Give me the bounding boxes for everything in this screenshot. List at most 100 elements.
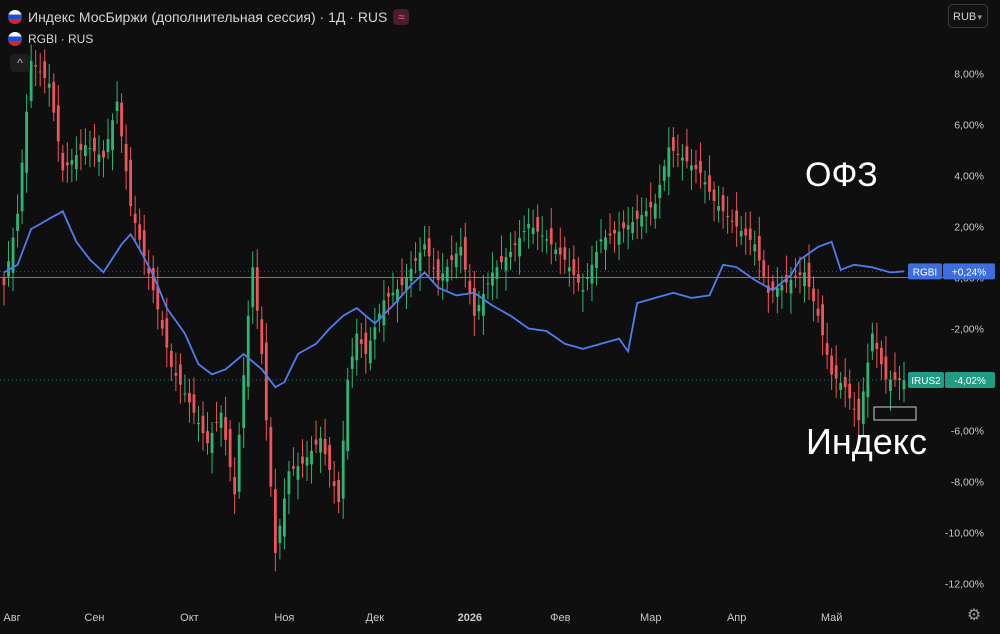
candle [296, 466, 300, 480]
candle [680, 157, 684, 161]
y-tick-label: -8,00% [951, 477, 984, 489]
series-value-label: -4,02% [954, 376, 986, 387]
candle [93, 137, 96, 152]
candle [287, 471, 291, 495]
candle [816, 308, 820, 316]
candle [504, 257, 508, 271]
candle [644, 211, 648, 217]
candle [197, 422, 200, 425]
candle [631, 222, 635, 233]
candle [364, 332, 368, 354]
candle [359, 339, 363, 344]
candle [215, 422, 218, 424]
candle [694, 164, 698, 170]
marker-box [873, 406, 917, 421]
candle [391, 292, 395, 296]
candle [183, 393, 187, 395]
candle [61, 152, 65, 171]
candle [794, 275, 797, 278]
candle [269, 426, 273, 487]
x-tick-label: Апр [727, 612, 746, 624]
candle [124, 144, 128, 172]
candle [839, 382, 843, 390]
candle [368, 340, 372, 364]
candle [875, 342, 879, 349]
candle [509, 252, 512, 258]
candle [242, 375, 246, 429]
candle [671, 137, 675, 151]
candle [138, 224, 142, 240]
candle [418, 252, 422, 271]
candle [115, 101, 119, 111]
candle [622, 222, 625, 229]
currency-value: RUB [953, 11, 977, 23]
candle [133, 213, 137, 223]
wave-icon[interactable]: ≈ [393, 9, 410, 25]
candle [658, 184, 662, 199]
gear-icon[interactable]: ⚙ [964, 606, 984, 626]
candle [717, 206, 720, 211]
candle [870, 333, 874, 352]
candle [210, 433, 214, 453]
candle [237, 434, 241, 492]
candle [454, 253, 458, 268]
candle [459, 246, 463, 256]
candle [685, 146, 689, 162]
candle [436, 259, 440, 281]
candle [160, 319, 164, 329]
candle [527, 223, 531, 229]
candle [595, 252, 598, 269]
candle [165, 318, 169, 348]
candle [613, 229, 616, 234]
candle [500, 255, 503, 263]
candle [201, 415, 205, 434]
price-chart[interactable]: 8,00%6,00%4,00%2,00%0,00%-2,00%-4,00%-6,… [0, 0, 1000, 634]
candle [549, 228, 553, 245]
candle [65, 162, 69, 166]
candle [730, 220, 734, 222]
candle [586, 277, 589, 279]
y-tick-label: 2,00% [954, 222, 984, 234]
candle [690, 165, 693, 171]
currency-select[interactable]: RUB ▾ [948, 4, 988, 28]
candle [278, 525, 282, 543]
candle [545, 239, 549, 241]
candle [29, 60, 33, 101]
compare-series-legend[interactable]: RGBI · RUS [8, 28, 409, 50]
candle [540, 235, 544, 237]
candle [255, 267, 259, 311]
candle [531, 227, 535, 235]
candle [106, 138, 110, 153]
x-tick-label: Сен [84, 612, 104, 624]
candle [495, 267, 499, 280]
candle [662, 166, 666, 181]
candle [432, 267, 436, 269]
candle [753, 244, 757, 252]
compare-series-title: RGBI · RUS [28, 32, 94, 46]
x-tick-label: 2026 [458, 612, 482, 624]
candle [233, 477, 237, 495]
candle [34, 65, 38, 67]
y-tick-label: 8,00% [954, 69, 984, 81]
candle [206, 431, 209, 444]
candle [328, 445, 332, 471]
candle [79, 143, 83, 150]
candle [739, 230, 743, 237]
candle [129, 159, 133, 207]
chevron-down-icon: ▾ [977, 12, 982, 22]
collapse-legend-button[interactable]: ^ [10, 54, 30, 72]
y-tick-label: -12,00% [945, 579, 984, 591]
candle [889, 379, 892, 391]
series-tag-label: IRUS2 [911, 376, 941, 387]
main-series-legend[interactable]: Индекс МосБиржи (дополнительная сессия) … [8, 6, 410, 28]
candle [283, 498, 286, 537]
candle [409, 268, 413, 281]
candle [463, 237, 467, 270]
candle [192, 394, 196, 413]
x-tick-label: Мар [640, 612, 662, 624]
candle [97, 154, 101, 162]
candle [142, 230, 146, 257]
candle [387, 292, 390, 297]
candle [830, 355, 834, 375]
candle [355, 333, 359, 361]
